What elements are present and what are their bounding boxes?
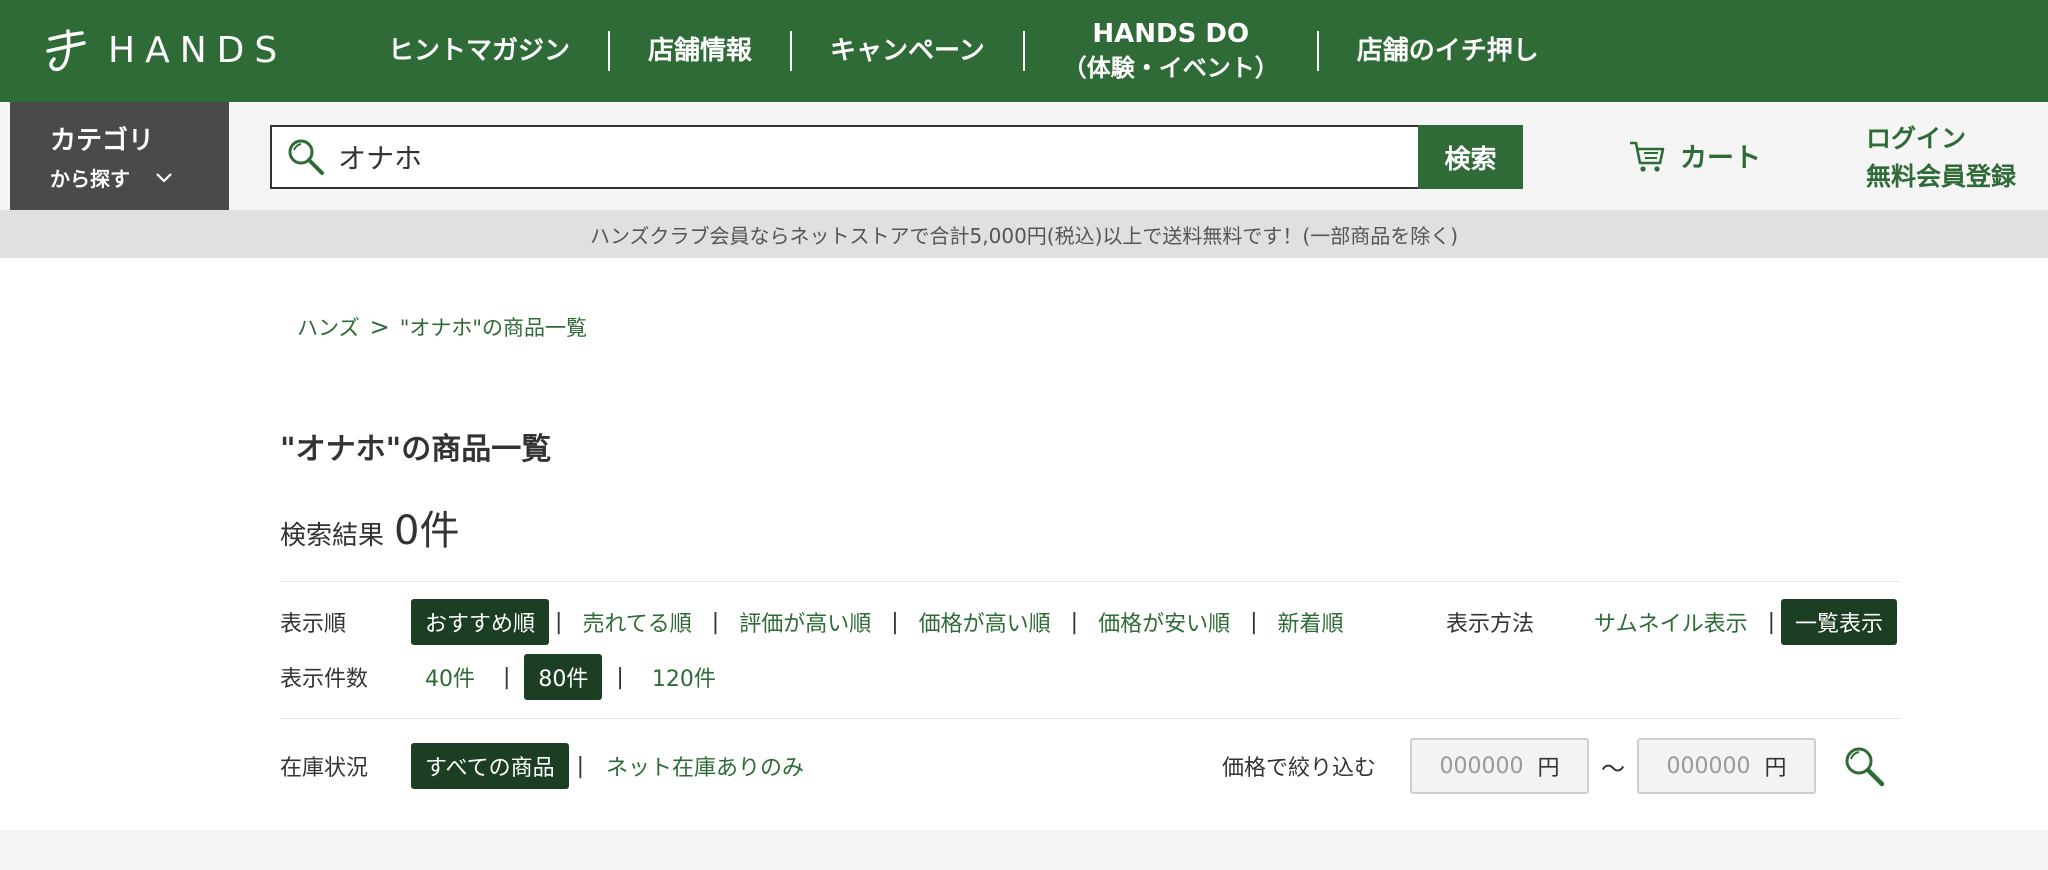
divider xyxy=(280,718,1900,719)
search-bar-row: カテゴリ から探す 検索 カート ログイン 無料会員登録 xyxy=(0,102,2048,210)
breadcrumb-current[interactable]: "オナホ"の商品一覧 xyxy=(400,312,587,342)
page-title: "オナホ"の商品一覧 xyxy=(280,432,552,467)
divider xyxy=(280,581,1900,582)
sort-recommended[interactable]: おすすめ順 xyxy=(411,599,550,645)
brand-name: HANDS xyxy=(108,29,288,71)
account-links: ログイン 無料会員登録 xyxy=(1866,120,2016,196)
view-mode-row: 表示方法 サムネイル表示 | 一覧表示 xyxy=(1446,599,1898,645)
sort-top-rated[interactable]: 評価が高い順 xyxy=(725,599,885,645)
shipping-notice: ハンズクラブ会員ならネットストアで合計5,000円(税込)以上で送料無料です！(… xyxy=(0,210,2048,258)
per-page-row: 表示件数 40件 | 80件 | 120件 xyxy=(280,654,730,700)
sort-newest[interactable]: 新着順 xyxy=(1264,599,1358,645)
view-list[interactable]: 一覧表示 xyxy=(1781,599,1898,645)
search-input[interactable] xyxy=(338,127,1338,187)
page-bottom xyxy=(0,830,2048,870)
cart-link[interactable]: カート xyxy=(1628,136,1761,175)
nav-hands-do[interactable]: HANDS DO （体験・イベント） xyxy=(1025,17,1317,85)
hands-logo[interactable]: HANDS xyxy=(44,22,287,78)
main-content: ハンズ > "オナホ"の商品一覧 "オナホ"の商品一覧 検索結果 0件 表示順 … xyxy=(0,258,2048,830)
sort-row: 表示順 おすすめ順 | 売れてる順 | 評価が高い順 | 価格が高い順 | 価格… xyxy=(280,599,1358,645)
stock-net-only[interactable]: ネット在庫ありのみ xyxy=(592,743,818,789)
nav-hint-magazine[interactable]: ヒントマガジン xyxy=(350,34,608,68)
login-link[interactable]: ログイン xyxy=(1866,120,2016,158)
search-field xyxy=(270,125,1523,189)
stock-all[interactable]: すべての商品 xyxy=(411,743,569,789)
category-menu-button[interactable]: カテゴリ から探す xyxy=(10,102,229,210)
breadcrumb-home[interactable]: ハンズ xyxy=(297,312,360,342)
per-page-120[interactable]: 120件 xyxy=(638,654,730,700)
breadcrumb-separator: > xyxy=(369,313,390,341)
sort-price-high[interactable]: 価格が高い順 xyxy=(905,599,1065,645)
search-icon xyxy=(288,139,324,175)
stock-row: 在庫状況 すべての商品 | ネット在庫ありのみ xyxy=(280,743,818,789)
breadcrumb: ハンズ > "オナホ"の商品一覧 xyxy=(297,312,587,342)
result-count: 検索結果 0件 xyxy=(280,508,460,554)
price-search-icon[interactable] xyxy=(1842,744,1886,788)
view-thumbnail[interactable]: サムネイル表示 xyxy=(1580,599,1762,645)
top-header: HANDS ヒントマガジン 店舗情報 キャンペーン HANDS DO （体験・イ… xyxy=(0,0,2048,102)
sort-best-selling[interactable]: 売れてる順 xyxy=(568,599,705,645)
per-page-40[interactable]: 40件 xyxy=(411,654,489,700)
nav-store-info[interactable]: 店舗情報 xyxy=(610,34,790,68)
hand-logo-icon xyxy=(46,29,86,72)
price-max-input[interactable]: 000000 円 xyxy=(1637,738,1817,794)
search-button[interactable]: 検索 xyxy=(1418,125,1523,189)
sort-price-low[interactable]: 価格が安い順 xyxy=(1084,599,1244,645)
register-link[interactable]: 無料会員登録 xyxy=(1866,158,2016,196)
chevron-down-icon xyxy=(156,172,172,183)
cart-icon xyxy=(1630,141,1665,172)
top-nav: ヒントマガジン 店舗情報 キャンペーン HANDS DO （体験・イベント） 店… xyxy=(350,0,1577,102)
nav-campaign[interactable]: キャンペーン xyxy=(792,34,1023,68)
price-filter-row: 価格で絞り込む 000000 円 〜 000000 円 xyxy=(1222,738,1886,794)
per-page-80[interactable]: 80件 xyxy=(524,654,603,700)
price-min-input[interactable]: 000000 円 xyxy=(1410,738,1590,794)
nav-store-picks[interactable]: 店舗のイチ押し xyxy=(1319,34,1577,68)
